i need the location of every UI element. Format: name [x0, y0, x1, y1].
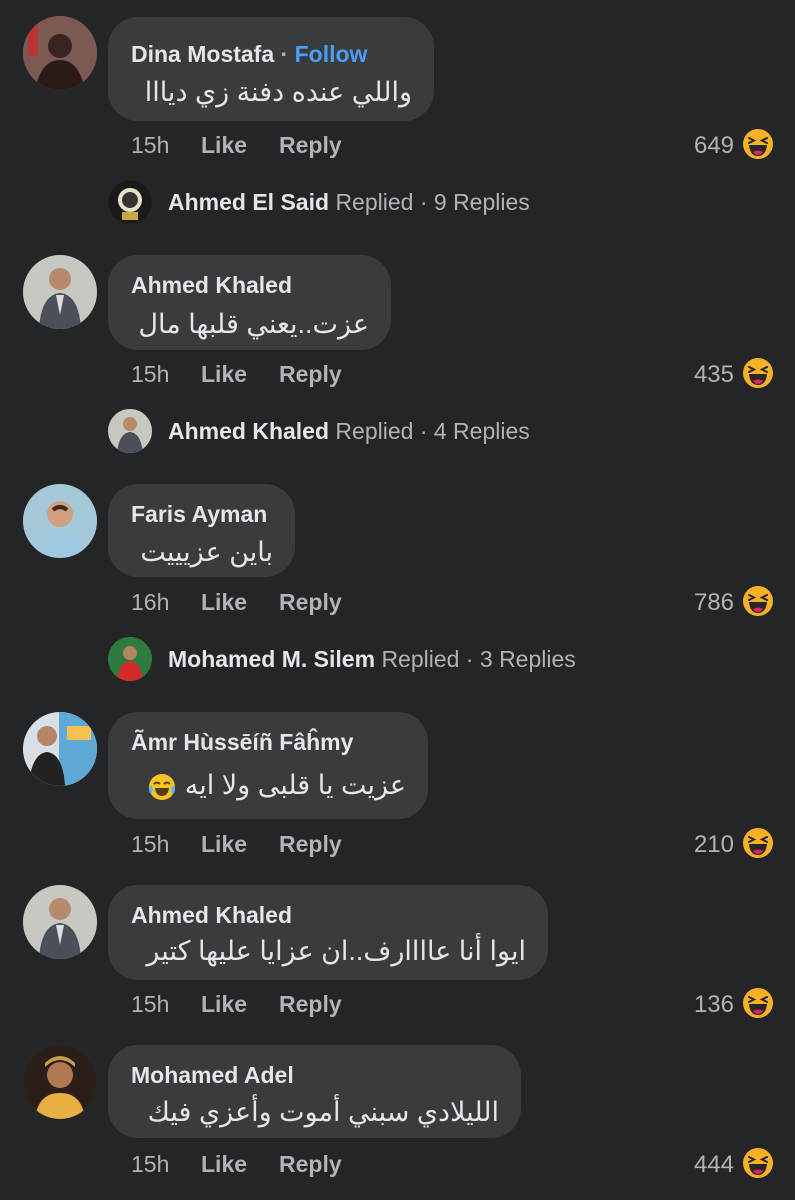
comment-text: ايوا أنا عاااارف..ان عزايا عليها كتير: [146, 936, 526, 966]
reply-button[interactable]: Reply: [279, 589, 342, 616]
comment-bubble: Dina Mostafa · Follow واللي عنده دفنة زي…: [108, 17, 434, 121]
comment-text: عزت..يعني قلبها مال: [138, 309, 369, 339]
follow-button[interactable]: Follow: [295, 41, 368, 67]
comment-time[interactable]: 15h: [131, 831, 169, 858]
comment-author[interactable]: Dina Mostafa · Follow: [131, 41, 367, 68]
replies-link[interactable]: Ahmed Khaled Replied · 4 Replies: [168, 418, 530, 445]
comment-author[interactable]: Mohamed Adel: [131, 1062, 294, 1089]
comment-text-value: عزيت يا قلبى ولا ايه: [184, 770, 406, 800]
comment-bubble: Mohamed Adel الليلادي سبني أموت وأعزي في…: [108, 1045, 521, 1138]
separator-dot: ·: [465, 646, 474, 672]
reply-button[interactable]: Reply: [279, 991, 342, 1018]
replied-label: Replied: [335, 418, 414, 444]
reply-author: Ahmed Khaled: [168, 418, 330, 444]
reaction-count[interactable]: 136: [654, 991, 734, 1019]
haha-emoji-icon[interactable]: [742, 827, 774, 859]
reply-author: Ahmed El Said: [168, 189, 330, 215]
reply-button[interactable]: Reply: [279, 361, 342, 388]
reaction-count[interactable]: 210: [654, 831, 734, 859]
reply-button[interactable]: Reply: [279, 831, 342, 858]
avatar[interactable]: [23, 712, 97, 786]
avatar[interactable]: [23, 255, 97, 329]
comment-bubble: Ahmed Khaled ايوا أنا عاااارف..ان عزايا …: [108, 885, 548, 980]
like-button[interactable]: Like: [201, 132, 247, 159]
avatar[interactable]: [108, 180, 152, 224]
replies-link[interactable]: Mohamed M. Silem Replied · 3 Replies: [168, 646, 576, 673]
comment-text: عزيت يا قلبى ولا ايه: [147, 770, 406, 802]
replies-count: 3 Replies: [479, 646, 576, 672]
avatar[interactable]: [23, 885, 97, 959]
like-button[interactable]: Like: [201, 991, 247, 1018]
like-button[interactable]: Like: [201, 361, 247, 388]
comment-author[interactable]: Ãmr Hùssēíñ Fâĥmy: [131, 729, 353, 756]
comment-bubble: Ahmed Khaled عزت..يعني قلبها مال: [108, 255, 391, 350]
replies-link[interactable]: Ahmed El Said Replied · 9 Replies: [168, 189, 530, 216]
like-button[interactable]: Like: [201, 831, 247, 858]
comment-time[interactable]: 15h: [131, 1151, 169, 1178]
avatar[interactable]: [108, 637, 152, 681]
reply-button[interactable]: Reply: [279, 132, 342, 159]
replied-label: Replied: [335, 189, 414, 215]
avatar[interactable]: [108, 409, 152, 453]
reaction-count[interactable]: 435: [654, 361, 734, 389]
replies-count: 4 Replies: [433, 418, 530, 444]
separator-dot: ·: [419, 189, 428, 215]
like-button[interactable]: Like: [201, 589, 247, 616]
avatar[interactable]: [23, 16, 97, 90]
avatar[interactable]: [23, 1045, 97, 1119]
comment-author[interactable]: Ahmed Khaled: [131, 272, 292, 299]
haha-emoji-icon[interactable]: [742, 1147, 774, 1179]
reaction-count[interactable]: 786: [654, 589, 734, 617]
comment-text: واللي عنده دفنة زي ديااا: [144, 77, 412, 107]
tears-of-joy-emoji-icon: [148, 772, 177, 801]
comment-bubble: Ãmr Hùssēíñ Fâĥmy عزيت يا قلبى ولا ايه: [108, 712, 428, 819]
separator-dot: ·: [419, 418, 428, 444]
reaction-count[interactable]: 444: [654, 1151, 734, 1179]
reply-author: Mohamed M. Silem: [168, 646, 376, 672]
comment-time[interactable]: 15h: [131, 132, 169, 159]
comment-author[interactable]: Ahmed Khaled: [131, 902, 292, 929]
replies-count: 9 Replies: [433, 189, 530, 215]
reply-button[interactable]: Reply: [279, 1151, 342, 1178]
comment-time[interactable]: 16h: [131, 589, 169, 616]
reaction-count[interactable]: 649: [654, 132, 734, 160]
comment-text: باين عزيييت: [140, 537, 273, 567]
avatar[interactable]: [23, 484, 97, 558]
haha-emoji-icon[interactable]: [742, 585, 774, 617]
haha-emoji-icon[interactable]: [742, 357, 774, 389]
haha-emoji-icon[interactable]: [742, 987, 774, 1019]
comment-author[interactable]: Faris Ayman: [131, 501, 267, 528]
comment-time[interactable]: 15h: [131, 991, 169, 1018]
comment-time[interactable]: 15h: [131, 361, 169, 388]
haha-emoji-icon[interactable]: [742, 128, 774, 160]
comment-text: الليلادي سبني أموت وأعزي فيك: [147, 1097, 499, 1127]
like-button[interactable]: Like: [201, 1151, 247, 1178]
comment-bubble: Faris Ayman باين عزيييت: [108, 484, 295, 577]
replied-label: Replied: [381, 646, 460, 672]
